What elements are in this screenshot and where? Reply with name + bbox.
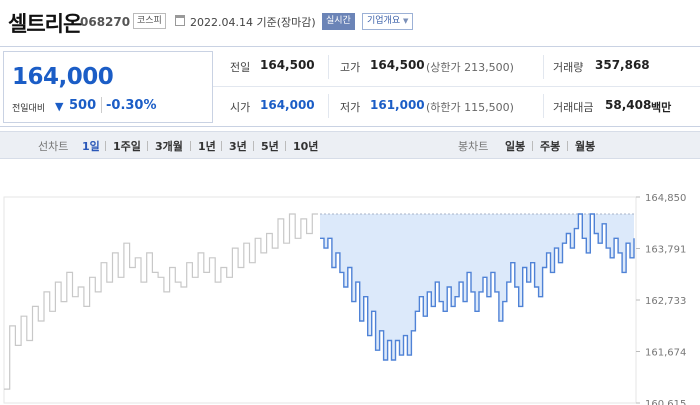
volume-value: 357,868 xyxy=(595,58,650,72)
period-10y[interactable]: 10년 xyxy=(293,138,318,154)
candle-chart-label: 봉차트 xyxy=(458,140,489,153)
divider xyxy=(328,94,329,118)
prev-close-value: 164,500 xyxy=(260,58,315,72)
y-tick-label: 161,674 xyxy=(645,348,686,359)
current-price: 164,000 xyxy=(12,64,114,90)
series-previous-day-line xyxy=(4,213,318,390)
open-label: 시가 xyxy=(230,101,251,114)
candle-monthly[interactable]: 월봉 xyxy=(575,138,595,154)
stock-name: 셀트리온 xyxy=(8,12,82,36)
stock-header: 셀트리온 068270 코스피 2022.04.14 기준(장마감) 실시간 기… xyxy=(0,0,700,46)
divider xyxy=(328,55,329,79)
quote-panel: 164,000 전일대비 ▼ 500 -0.30% 전일 164,500 고가 … xyxy=(0,46,700,127)
realtime-button[interactable]: 실시간 xyxy=(322,13,355,30)
market-badge: 코스피 xyxy=(133,13,166,29)
amount-label: 거래대금 xyxy=(553,101,594,114)
stock-code: 068270 xyxy=(80,15,131,29)
candle-weekly[interactable]: 주봉 xyxy=(540,138,560,154)
candle-daily[interactable]: 일봉 xyxy=(505,138,525,154)
change-value: 500 xyxy=(69,98,97,113)
company-overview-label: 기업개요 xyxy=(367,16,401,26)
high-value: 164,500 xyxy=(370,58,425,72)
amount-value: 58,408 xyxy=(605,98,652,112)
divider xyxy=(221,141,222,151)
open-value: 164,000 xyxy=(260,98,315,112)
company-overview-button[interactable]: 기업개요 ▼ xyxy=(362,13,414,30)
divider xyxy=(543,94,544,118)
divider xyxy=(532,141,533,151)
date-text: 2022.04.14 기준(장마감) xyxy=(190,16,316,29)
y-tick-label: 162,733 xyxy=(645,296,686,307)
divider xyxy=(105,141,106,151)
divider xyxy=(253,141,254,151)
y-tick-label: 163,791 xyxy=(645,245,686,256)
amount-unit: 백만 xyxy=(651,101,672,114)
divider xyxy=(567,141,568,151)
change-label: 전일대비 xyxy=(12,104,46,114)
price-chart: 164,850 163,791 162,733 161,674 160,615 xyxy=(0,159,700,405)
period-3m[interactable]: 3개월 xyxy=(155,138,183,154)
y-tick-label: 164,850 xyxy=(645,193,686,204)
divider xyxy=(543,55,544,79)
chevron-down-icon: ▼ xyxy=(403,17,409,25)
quote-grid: 전일 164,500 고가 164,500 (상한가 213,500) 거래량 … xyxy=(213,47,700,127)
volume-label: 거래량 xyxy=(553,61,584,74)
upper-limit: (상한가 213,500) xyxy=(426,61,514,74)
price-chart-svg: 164,850 163,791 162,733 161,674 160,615 xyxy=(3,193,686,405)
low-label: 저가 xyxy=(340,101,361,114)
period-1y[interactable]: 1년 xyxy=(198,138,216,154)
low-value: 161,000 xyxy=(370,98,425,112)
calendar-icon xyxy=(175,15,185,26)
high-label: 고가 xyxy=(340,61,361,74)
lower-limit: (하한가 115,500) xyxy=(426,101,514,114)
divider xyxy=(190,141,191,151)
down-arrow-icon: ▼ xyxy=(55,100,64,113)
today-area-fill xyxy=(320,214,634,360)
current-price-box: 164,000 전일대비 ▼ 500 -0.30% xyxy=(3,51,213,123)
period-1w[interactable]: 1주일 xyxy=(113,138,141,154)
prev-close-label: 전일 xyxy=(230,61,251,74)
chart-toolbar: 선차트 1일 1주일 3개월 1년 3년 5년 10년 봉차트 일봉 주봉 월봉 xyxy=(0,131,700,159)
period-5y[interactable]: 5년 xyxy=(261,138,279,154)
divider xyxy=(147,141,148,151)
period-3y[interactable]: 3년 xyxy=(229,138,247,154)
change-percent: -0.30% xyxy=(106,98,157,113)
line-chart-label: 선차트 xyxy=(38,140,69,153)
y-tick-label: 160,615 xyxy=(645,399,686,405)
divider xyxy=(213,86,700,87)
divider xyxy=(101,97,102,113)
period-1d[interactable]: 1일 xyxy=(82,138,100,154)
divider xyxy=(285,141,286,151)
